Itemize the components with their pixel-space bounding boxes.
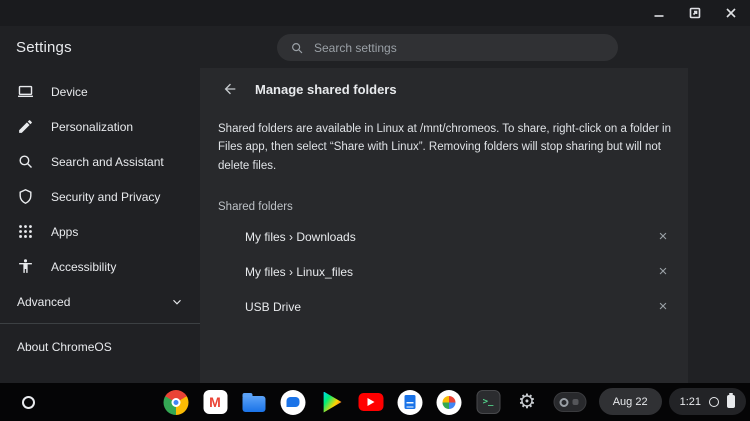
files-app-button[interactable] xyxy=(241,389,268,416)
close-icon: × xyxy=(659,264,668,279)
remove-folder-button[interactable]: × xyxy=(652,226,674,248)
close-icon: × xyxy=(659,229,668,244)
window-body: Device Personalization Search and Assist… xyxy=(0,68,750,383)
sidebar-item-label: Search and Assistant xyxy=(51,155,164,169)
launcher-button[interactable] xyxy=(12,386,44,418)
restore-button[interactable] xyxy=(688,6,702,20)
docs-app-button[interactable] xyxy=(397,389,424,416)
laptop-icon xyxy=(17,83,34,100)
search-input[interactable] xyxy=(314,41,605,55)
sidebar-item-label: Security and Privacy xyxy=(51,190,160,204)
folder-name: My files › Linux_files xyxy=(245,265,353,279)
date-label: Aug 22 xyxy=(613,396,648,408)
docs-icon xyxy=(398,390,423,415)
terminal-app-button[interactable]: >_ xyxy=(475,389,502,416)
shelf-apps: M >_ ⚙ xyxy=(163,387,588,417)
chevron-down-icon xyxy=(170,295,184,309)
screen-capture-icon xyxy=(554,392,587,412)
brush-icon xyxy=(17,118,34,135)
youtube-icon xyxy=(359,393,384,411)
play-store-icon xyxy=(323,392,342,413)
page-title: Manage shared folders xyxy=(255,82,397,97)
date-pill[interactable]: Aug 22 xyxy=(599,388,662,415)
messages-app-button[interactable] xyxy=(280,389,307,416)
back-button[interactable] xyxy=(220,79,240,99)
close-button[interactable] xyxy=(724,6,738,20)
main-area: Manage shared folders Shared folders are… xyxy=(200,68,750,383)
photos-app-button[interactable] xyxy=(436,389,463,416)
settings-search[interactable] xyxy=(277,34,618,61)
remove-folder-button[interactable]: × xyxy=(652,261,674,283)
remove-folder-button[interactable]: × xyxy=(652,296,674,318)
sidebar: Device Personalization Search and Assist… xyxy=(0,68,200,383)
chrome-app-button[interactable] xyxy=(163,389,190,416)
folder-row-linux-files: My files › Linux_files × xyxy=(200,254,688,289)
panel-header: Manage shared folders xyxy=(200,68,688,110)
minimize-button[interactable] xyxy=(652,6,666,20)
photos-icon xyxy=(437,390,462,415)
play-store-app-button[interactable] xyxy=(319,389,346,416)
folder-name: My files › Downloads xyxy=(245,230,356,244)
chrome-icon xyxy=(164,390,189,415)
sidebar-item-about-chromeos[interactable]: About ChromeOS xyxy=(0,332,200,362)
manage-shared-folders-panel: Manage shared folders Shared folders are… xyxy=(200,68,688,383)
sidebar-item-device[interactable]: Device xyxy=(0,74,200,109)
gmail-icon: M xyxy=(203,390,227,414)
close-icon: × xyxy=(659,299,668,314)
apps-grid-icon xyxy=(17,223,34,240)
folder-name: USB Drive xyxy=(245,300,301,314)
terminal-icon: >_ xyxy=(476,390,500,414)
youtube-app-button[interactable] xyxy=(358,389,385,416)
sidebar-item-label: Accessibility xyxy=(51,260,116,274)
notifications-icon xyxy=(709,397,719,407)
app-title: Settings xyxy=(16,39,72,56)
time-label: 1:21 xyxy=(680,396,701,408)
search-icon xyxy=(290,41,304,55)
accessibility-icon xyxy=(17,258,34,275)
battery-icon xyxy=(727,395,735,408)
settings-gear-icon: ⚙ xyxy=(518,392,536,412)
settings-window: Settings Device Personalization xyxy=(0,0,750,421)
sidebar-divider xyxy=(0,323,200,324)
launcher-icon xyxy=(22,396,35,409)
shield-icon xyxy=(17,188,34,205)
gmail-app-button[interactable]: M xyxy=(202,389,229,416)
section-label: Shared folders xyxy=(218,201,688,213)
settings-header: Settings xyxy=(0,26,750,68)
folder-row-usb-drive: USB Drive × xyxy=(200,289,688,324)
sidebar-item-security-privacy[interactable]: Security and Privacy xyxy=(0,179,200,214)
sidebar-item-label: Personalization xyxy=(51,120,133,134)
settings-app-button[interactable]: ⚙ xyxy=(514,389,541,416)
window-titlebar xyxy=(0,0,750,26)
sidebar-item-label: About ChromeOS xyxy=(17,340,112,354)
shared-folder-list: My files › Downloads × My files › Linux_… xyxy=(200,219,688,324)
sidebar-item-search-assistant[interactable]: Search and Assistant xyxy=(0,144,200,179)
shelf: M >_ ⚙ xyxy=(0,383,750,421)
screen-capture-button[interactable] xyxy=(553,389,588,416)
sidebar-item-label: Apps xyxy=(51,225,78,239)
status-area: Aug 22 1:21 xyxy=(599,388,746,415)
back-arrow-icon xyxy=(222,81,238,97)
sidebar-item-apps[interactable]: Apps xyxy=(0,214,200,249)
files-icon xyxy=(243,396,266,412)
search-icon xyxy=(17,153,34,170)
sidebar-item-advanced[interactable]: Advanced xyxy=(0,284,200,319)
folder-row-downloads: My files › Downloads × xyxy=(200,219,688,254)
sidebar-item-accessibility[interactable]: Accessibility xyxy=(0,249,200,284)
messages-icon xyxy=(281,390,306,415)
description-text: Shared folders are available in Linux at… xyxy=(218,120,672,175)
sidebar-item-personalization[interactable]: Personalization xyxy=(0,109,200,144)
status-tray[interactable]: 1:21 xyxy=(669,388,746,415)
sidebar-item-label: Advanced xyxy=(17,295,70,309)
sidebar-item-label: Device xyxy=(51,85,88,99)
